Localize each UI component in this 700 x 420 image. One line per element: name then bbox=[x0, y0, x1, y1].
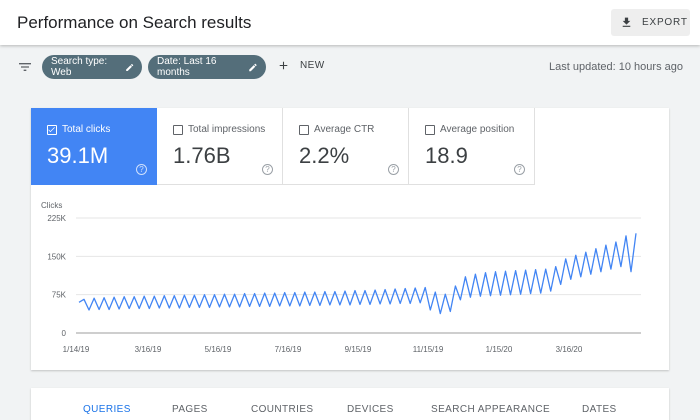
metric-value: 2.2% bbox=[299, 143, 350, 168]
metric-value: 18.9 bbox=[425, 143, 468, 168]
last-updated-text: Last updated: 10 hours ago bbox=[549, 61, 683, 73]
new-filter-button[interactable]: NEW bbox=[277, 59, 325, 72]
date-range-chip[interactable]: Date: Last 16 months bbox=[148, 55, 266, 79]
metric-label: Total impressions bbox=[188, 124, 266, 135]
metric-label: Average CTR bbox=[314, 124, 375, 135]
dimension-tabs: QUERIES PAGES COUNTRIES DEVICES SEARCH A… bbox=[31, 388, 669, 420]
page-title: Performance on Search results bbox=[17, 13, 252, 32]
help-icon[interactable]: ? bbox=[388, 164, 399, 175]
chart-svg: Clicks 0 75K 150K 225K 1/14/19 3/16/19 5/16/19 7… bbox=[41, 201, 641, 354]
help-icon[interactable]: ? bbox=[136, 164, 147, 175]
pencil-icon bbox=[249, 63, 257, 71]
filter-bar: Search type: Web Date: Last 16 months NE… bbox=[0, 45, 700, 90]
chip-label: Date: Last 16 months bbox=[157, 56, 217, 78]
download-icon bbox=[622, 17, 631, 27]
x-tick-label: 5/16/19 bbox=[205, 345, 232, 354]
checkbox[interactable] bbox=[47, 125, 57, 135]
checkbox[interactable] bbox=[299, 125, 309, 135]
export-button[interactable]: EXPORT bbox=[611, 9, 690, 36]
clicks-chart: Clicks 0 75K 150K 225K 1/14/19 3/16/19 5/16/19 7… bbox=[31, 185, 669, 370]
x-tick-label: 1/15/20 bbox=[486, 345, 513, 354]
metric-label: Total clicks bbox=[62, 124, 111, 135]
help-icon[interactable]: ? bbox=[514, 164, 525, 175]
pencil-icon bbox=[125, 63, 133, 71]
checkbox[interactable] bbox=[425, 125, 435, 135]
chip-label: Search type: Web bbox=[51, 56, 108, 78]
metric-value: 1.76B bbox=[173, 143, 231, 168]
y-tick-label: 75K bbox=[52, 291, 67, 300]
y-tick-label: 150K bbox=[47, 252, 66, 261]
search-type-chip[interactable]: Search type: Web bbox=[42, 55, 142, 79]
tab-devices[interactable]: DEVICES bbox=[347, 404, 394, 415]
tab-pages[interactable]: PAGES bbox=[172, 404, 208, 415]
export-label: EXPORT bbox=[642, 17, 688, 28]
tab-search-appearance[interactable]: SEARCH APPEARANCE bbox=[431, 404, 550, 415]
x-tick-label: 7/16/19 bbox=[275, 345, 302, 354]
checkbox[interactable] bbox=[173, 125, 183, 135]
top-app-bar: Performance on Search results EXPORT bbox=[0, 0, 700, 45]
x-tick-label: 11/15/19 bbox=[413, 345, 444, 354]
y-axis-title: Clicks bbox=[41, 201, 62, 210]
help-icon[interactable]: ? bbox=[262, 164, 273, 175]
metric-total-impressions[interactable]: Total impressions 1.76B ? bbox=[157, 108, 283, 185]
tab-dates[interactable]: DATES bbox=[582, 404, 617, 415]
filter-icon[interactable] bbox=[17, 59, 33, 75]
metric-value: 39.1M bbox=[47, 143, 109, 168]
new-label: NEW bbox=[300, 60, 325, 71]
clicks-series-line bbox=[78, 233, 637, 315]
metric-label: Average position bbox=[440, 124, 515, 135]
tab-countries[interactable]: COUNTRIES bbox=[251, 404, 314, 415]
performance-card: Total clicks 39.1M ? Total impressions 1… bbox=[31, 108, 669, 370]
plus-icon bbox=[279, 61, 288, 70]
x-tick-label: 3/16/19 bbox=[135, 345, 162, 354]
metric-total-clicks[interactable]: Total clicks 39.1M ? bbox=[31, 108, 157, 185]
x-tick-label: 3/16/20 bbox=[556, 345, 583, 354]
metric-average-ctr[interactable]: Average CTR 2.2% ? bbox=[283, 108, 409, 185]
y-tick-label: 225K bbox=[47, 214, 66, 223]
y-tick-label: 0 bbox=[62, 329, 67, 338]
check-icon bbox=[48, 127, 55, 133]
x-tick-label: 1/14/19 bbox=[63, 345, 90, 354]
x-tick-label: 9/15/19 bbox=[345, 345, 372, 354]
metric-tiles: Total clicks 39.1M ? Total impressions 1… bbox=[31, 108, 535, 185]
tab-queries[interactable]: QUERIES bbox=[83, 404, 131, 415]
metric-average-position[interactable]: Average position 18.9 ? bbox=[409, 108, 535, 185]
